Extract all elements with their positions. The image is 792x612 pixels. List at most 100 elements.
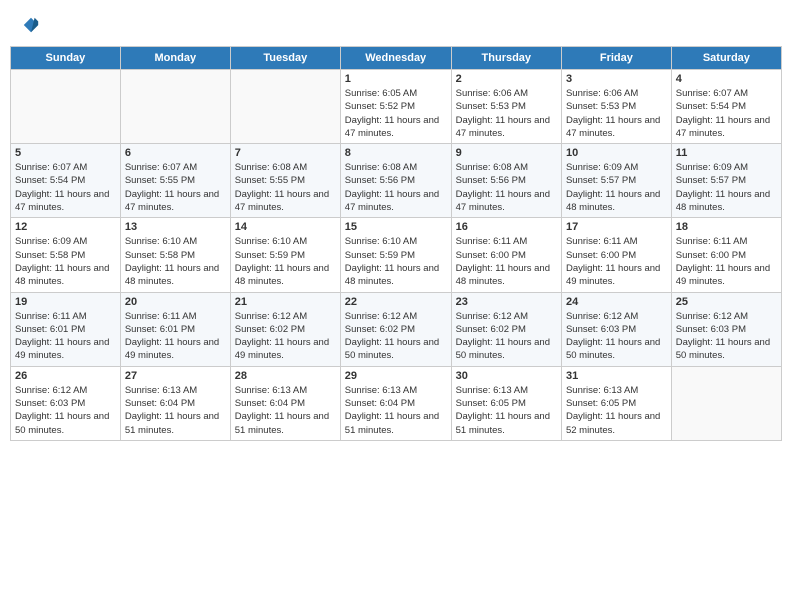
day-info: Sunrise: 6:08 AMSunset: 5:55 PMDaylight:… (235, 161, 336, 214)
page-header (10, 10, 782, 40)
calendar-cell: 23 Sunrise: 6:12 AMSunset: 6:02 PMDayligh… (451, 292, 561, 366)
day-info: Sunrise: 6:05 AMSunset: 5:52 PMDaylight:… (345, 87, 447, 140)
day-info: Sunrise: 6:13 AMSunset: 6:04 PMDaylight:… (125, 384, 226, 437)
day-number: 12 (15, 221, 116, 233)
day-number: 31 (566, 370, 667, 382)
day-info: Sunrise: 6:10 AMSunset: 5:59 PMDaylight:… (345, 235, 447, 288)
calendar-week-2: 5 Sunrise: 6:07 AMSunset: 5:54 PMDaylight… (11, 144, 782, 218)
calendar-cell: 15 Sunrise: 6:10 AMSunset: 5:59 PMDayligh… (340, 218, 451, 292)
day-info: Sunrise: 6:12 AMSunset: 6:02 PMDaylight:… (456, 310, 557, 363)
day-number: 1 (345, 73, 447, 85)
day-info: Sunrise: 6:13 AMSunset: 6:04 PMDaylight:… (345, 384, 447, 437)
calendar-cell: 13 Sunrise: 6:10 AMSunset: 5:58 PMDayligh… (120, 218, 230, 292)
calendar-cell: 22Sunrise: 6:12 AMSunset: 6:02 PMDayligh… (340, 292, 451, 366)
calendar-cell: 7 Sunrise: 6:08 AMSunset: 5:55 PMDaylight… (230, 144, 340, 218)
day-number: 15 (345, 221, 447, 233)
day-number: 8 (345, 147, 447, 159)
day-info: Sunrise: 6:10 AMSunset: 5:59 PMDaylight:… (235, 235, 336, 288)
logo (20, 18, 40, 36)
day-info: Sunrise: 6:11 AMSunset: 6:00 PMDaylight:… (456, 235, 557, 288)
day-info: Sunrise: 6:10 AMSunset: 5:58 PMDaylight:… (125, 235, 226, 288)
calendar-cell: 11 Sunrise: 6:09 AMSunset: 5:57 PMDayligh… (671, 144, 781, 218)
day-info: Sunrise: 6:12 AMSunset: 6:03 PMDaylight:… (566, 310, 667, 363)
calendar-week-3: 12 Sunrise: 6:09 AMSunset: 5:58 PMDayligh… (11, 218, 782, 292)
day-info: Sunrise: 6:12 AMSunset: 6:03 PMDaylight:… (676, 310, 777, 363)
calendar-cell: 25 Sunrise: 6:12 AMSunset: 6:03 PMDayligh… (671, 292, 781, 366)
day-info: Sunrise: 6:09 AMSunset: 5:57 PMDaylight:… (566, 161, 667, 214)
calendar-cell: 29 Sunrise: 6:13 AMSunset: 6:04 PMDayligh… (340, 366, 451, 440)
day-info: Sunrise: 6:13 AMSunset: 6:04 PMDaylight:… (235, 384, 336, 437)
day-number: 2 (456, 73, 557, 85)
day-header-thursday: Thursday (451, 47, 561, 70)
day-info: Sunrise: 6:09 AMSunset: 5:58 PMDaylight:… (15, 235, 116, 288)
day-number: 26 (15, 370, 116, 382)
calendar-cell: 26 Sunrise: 6:12 AMSunset: 6:03 PMDayligh… (11, 366, 121, 440)
day-info: Sunrise: 6:08 AMSunset: 5:56 PMDaylight:… (456, 161, 557, 214)
day-header-wednesday: Wednesday (340, 47, 451, 70)
day-info: Sunrise: 6:11 AMSunset: 6:01 PMDaylight:… (15, 310, 116, 363)
calendar-cell: 27 Sunrise: 6:13 AMSunset: 6:04 PMDayligh… (120, 366, 230, 440)
day-number: 24 (566, 296, 667, 308)
day-number: 21 (235, 296, 336, 308)
calendar-cell: 28Sunrise: 6:13 AMSunset: 6:04 PMDayligh… (230, 366, 340, 440)
day-number: 29 (345, 370, 447, 382)
calendar-cell: 30Sunrise: 6:13 AMSunset: 6:05 PMDayligh… (451, 366, 561, 440)
calendar-cell: 31 Sunrise: 6:13 AMSunset: 6:05 PMDayligh… (561, 366, 671, 440)
day-number: 25 (676, 296, 777, 308)
day-number: 22 (345, 296, 447, 308)
day-number: 4 (676, 73, 777, 85)
day-info: Sunrise: 6:13 AMSunset: 6:05 PMDaylight:… (566, 384, 667, 437)
calendar-cell: 20 Sunrise: 6:11 AMSunset: 6:01 PMDayligh… (120, 292, 230, 366)
day-header-tuesday: Tuesday (230, 47, 340, 70)
day-number: 5 (15, 147, 116, 159)
calendar-cell: 3 Sunrise: 6:06 AMSunset: 5:53 PMDaylight… (561, 70, 671, 144)
day-number: 16 (456, 221, 557, 233)
calendar-cell (230, 70, 340, 144)
calendar-cell (11, 70, 121, 144)
calendar-cell: 24 Sunrise: 6:12 AMSunset: 6:03 PMDayligh… (561, 292, 671, 366)
calendar-cell: 17Sunrise: 6:11 AMSunset: 6:00 PMDayligh… (561, 218, 671, 292)
calendar-cell: 1 Sunrise: 6:05 AMSunset: 5:52 PMDaylight… (340, 70, 451, 144)
day-info: Sunrise: 6:09 AMSunset: 5:57 PMDaylight:… (676, 161, 777, 214)
day-number: 7 (235, 147, 336, 159)
day-info: Sunrise: 6:12 AMSunset: 6:03 PMDaylight:… (15, 384, 116, 437)
day-number: 11 (676, 147, 777, 159)
calendar-cell (120, 70, 230, 144)
day-header-friday: Friday (561, 47, 671, 70)
day-header-monday: Monday (120, 47, 230, 70)
day-number: 23 (456, 296, 557, 308)
calendar-week-5: 26 Sunrise: 6:12 AMSunset: 6:03 PMDayligh… (11, 366, 782, 440)
day-number: 13 (125, 221, 226, 233)
calendar-cell: 10 Sunrise: 6:09 AMSunset: 5:57 PMDayligh… (561, 144, 671, 218)
day-number: 14 (235, 221, 336, 233)
day-info: Sunrise: 6:06 AMSunset: 5:53 PMDaylight:… (566, 87, 667, 140)
calendar-week-4: 19 Sunrise: 6:11 AMSunset: 6:01 PMDayligh… (11, 292, 782, 366)
day-number: 6 (125, 147, 226, 159)
day-info: Sunrise: 6:11 AMSunset: 6:01 PMDaylight:… (125, 310, 226, 363)
calendar-cell: 5 Sunrise: 6:07 AMSunset: 5:54 PMDaylight… (11, 144, 121, 218)
day-number: 20 (125, 296, 226, 308)
day-header-sunday: Sunday (11, 47, 121, 70)
day-info: Sunrise: 6:12 AMSunset: 6:02 PMDaylight:… (235, 310, 336, 363)
calendar-cell: 8 Sunrise: 6:08 AMSunset: 5:56 PMDaylight… (340, 144, 451, 218)
day-info: Sunrise: 6:07 AMSunset: 5:54 PMDaylight:… (676, 87, 777, 140)
day-info: Sunrise: 6:13 AMSunset: 6:05 PMDaylight:… (456, 384, 557, 437)
calendar-cell: 14 Sunrise: 6:10 AMSunset: 5:59 PMDayligh… (230, 218, 340, 292)
day-info: Sunrise: 6:08 AMSunset: 5:56 PMDaylight:… (345, 161, 447, 214)
day-info: Sunrise: 6:07 AMSunset: 5:54 PMDaylight:… (15, 161, 116, 214)
day-number: 19 (15, 296, 116, 308)
day-header-saturday: Saturday (671, 47, 781, 70)
day-number: 27 (125, 370, 226, 382)
day-number: 10 (566, 147, 667, 159)
calendar-cell: 12 Sunrise: 6:09 AMSunset: 5:58 PMDayligh… (11, 218, 121, 292)
day-info: Sunrise: 6:06 AMSunset: 5:53 PMDaylight:… (456, 87, 557, 140)
calendar-week-1: 1 Sunrise: 6:05 AMSunset: 5:52 PMDaylight… (11, 70, 782, 144)
calendar-cell: 6Sunrise: 6:07 AMSunset: 5:55 PMDaylight… (120, 144, 230, 218)
day-number: 9 (456, 147, 557, 159)
calendar-cell: 19 Sunrise: 6:11 AMSunset: 6:01 PMDayligh… (11, 292, 121, 366)
calendar-cell: 9 Sunrise: 6:08 AMSunset: 5:56 PMDaylight… (451, 144, 561, 218)
day-info: Sunrise: 6:11 AMSunset: 6:00 PMDaylight:… (566, 235, 667, 288)
day-number: 3 (566, 73, 667, 85)
calendar-cell: 21 Sunrise: 6:12 AMSunset: 6:02 PMDayligh… (230, 292, 340, 366)
calendar-cell (671, 366, 781, 440)
